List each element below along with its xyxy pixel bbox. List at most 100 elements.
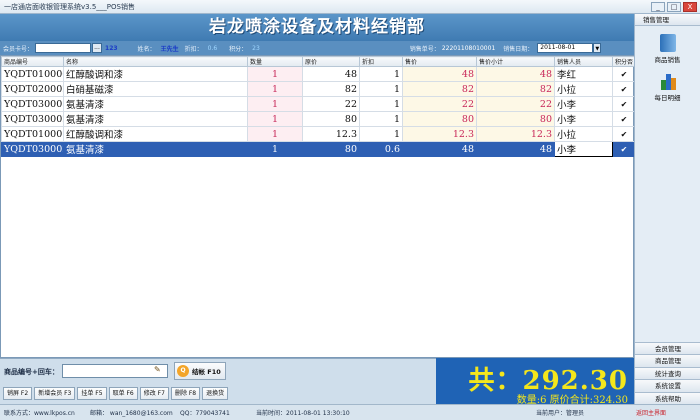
cell-price[interactable]: 12.3 <box>402 126 477 142</box>
cell-qty[interactable]: 1 <box>247 111 303 127</box>
delete-button[interactable]: 删除 F8 <box>170 387 201 400</box>
cell-check-icon[interactable]: ✔ <box>612 96 636 112</box>
cell-check-icon[interactable]: ✔ <box>612 66 636 82</box>
col-orig[interactable]: 原价 <box>302 56 360 67</box>
cell-price[interactable]: 80 <box>402 111 477 127</box>
cell-code[interactable]: YQDT030002 <box>1 141 64 157</box>
cell-qty[interactable]: 1 <box>247 96 303 112</box>
sidebar-item-help[interactable]: 系统帮助 <box>635 391 700 404</box>
col-disc[interactable]: 折扣 <box>359 56 403 67</box>
sidebar-menu: 会员管理 商品管理 统计查询 系统设置 系统帮助 <box>635 341 700 404</box>
cell-check-icon[interactable]: ✔ <box>612 111 636 127</box>
chevron-down-icon[interactable]: ▼ <box>593 43 602 53</box>
cell-price[interactable]: 48 <box>402 141 477 157</box>
cell-check-icon[interactable]: ✔ <box>612 81 636 97</box>
cell-name[interactable]: 红醇酸调和漆 <box>63 126 248 142</box>
sidebar-item-stats[interactable]: 统计查询 <box>635 366 700 379</box>
col-seller[interactable]: 销售人员 <box>554 56 613 67</box>
retrieve-order-button[interactable]: 取单 F6 <box>108 387 138 400</box>
date-picker[interactable]: 2011-08-01 <box>537 43 594 53</box>
cell-disc[interactable]: 1 <box>359 126 403 142</box>
cell-orig[interactable]: 82 <box>302 81 360 97</box>
sidebar-item-sales-label: 商品销售 <box>654 56 681 64</box>
hold-order-button[interactable]: 挂单 F5 <box>77 387 107 400</box>
edit-button[interactable]: 修改 F7 <box>139 387 169 400</box>
cell-orig[interactable]: 22 <box>302 96 360 112</box>
maximize-button[interactable]: □ <box>667 2 681 12</box>
cell-code[interactable]: YQDT010005 <box>1 126 64 142</box>
cell-qty[interactable]: 1 <box>247 126 303 142</box>
close-button[interactable]: X <box>683 2 697 12</box>
score-label: 积分： <box>229 45 248 53</box>
sidebar-header[interactable]: 销售管理 <box>635 14 700 26</box>
sidebar-item-members[interactable]: 会员管理 <box>635 341 700 354</box>
cell-disc[interactable]: 0.6 <box>359 141 403 157</box>
cell-check-icon[interactable]: ✔ <box>612 141 636 157</box>
col-qty[interactable]: 数量 <box>247 56 303 67</box>
cell-code[interactable]: YQDT020002 <box>1 81 64 97</box>
clear-screen-button[interactable]: 销屏 F2 <box>3 387 33 400</box>
cell-name[interactable]: 氨基清漆 <box>63 141 248 157</box>
cell-seller[interactable]: 小李 <box>554 111 613 127</box>
sidebar-item-products[interactable]: 商品管理 <box>635 354 700 367</box>
cell-seller[interactable]: 小拉 <box>554 81 613 97</box>
cell-qty[interactable]: 1 <box>247 81 303 97</box>
cell-check-icon[interactable]: ✔ <box>612 126 636 142</box>
cell-disc[interactable]: 1 <box>359 111 403 127</box>
col-points[interactable]: 积分否 <box>612 56 636 67</box>
cell-qty[interactable]: 1 <box>247 66 303 82</box>
cell-disc[interactable]: 1 <box>359 81 403 97</box>
broom-icon[interactable]: ✎ <box>154 365 161 374</box>
back-to-main-link[interactable]: 返回主界面 <box>636 408 666 417</box>
card-lookup-button[interactable]: ... <box>92 43 103 53</box>
window-title: 一店通店面收银管理系统v3.5___POS销售 <box>4 2 135 11</box>
cell-code[interactable]: YQDT010006 <box>1 66 64 82</box>
sidebar-item-settings[interactable]: 系统设置 <box>635 379 700 392</box>
cell-subtotal[interactable]: 12.3 <box>476 126 555 142</box>
shop-banner: 岩龙喷涂设备及材料经销部 <box>0 14 634 41</box>
cell-price[interactable]: 48 <box>402 66 477 82</box>
table-row[interactable]: YQDT030002 氨基清漆 1 80 0.6 48 48 小李 ✔ <box>1 141 636 157</box>
col-price[interactable]: 售价 <box>402 56 477 67</box>
cell-name[interactable]: 氨基清漆 <box>63 111 248 127</box>
cell-code[interactable]: YQDT030002 <box>1 111 64 127</box>
cell-orig[interactable]: 80 <box>302 141 360 157</box>
cell-subtotal[interactable]: 48 <box>476 141 555 157</box>
table-row[interactable]: YQDT010006 红醇酸调和漆 1 48 1 48 48 李红 ✔ <box>1 66 636 82</box>
sidebar-item-sales[interactable]: 商品销售 <box>635 34 700 64</box>
cell-name[interactable]: 红醇酸调和漆 <box>63 66 248 82</box>
checkout-button[interactable]: Q 结帐 F10 <box>174 362 226 380</box>
cell-subtotal[interactable]: 80 <box>476 111 555 127</box>
table-row[interactable]: YQDT010005 红醇酸调和漆 1 12.3 1 12.3 12.3 小拉 ✔ <box>1 126 636 142</box>
cell-subtotal[interactable]: 82 <box>476 81 555 97</box>
cell-disc[interactable]: 1 <box>359 66 403 82</box>
cell-name[interactable]: 白硝基磁漆 <box>63 81 248 97</box>
cell-seller[interactable]: 李红 <box>554 66 613 82</box>
cell-subtotal[interactable]: 22 <box>476 96 555 112</box>
cell-seller[interactable]: 小拉 <box>554 126 613 142</box>
add-member-button[interactable]: 新增会员 F3 <box>34 387 76 400</box>
sidebar-item-daily[interactable]: 每日明细 <box>635 72 700 102</box>
table-row[interactable]: YQDT030003 氨基清漆 1 22 1 22 22 小李 ✔ <box>1 96 636 112</box>
cell-disc[interactable]: 1 <box>359 96 403 112</box>
return-button[interactable]: 退换货 <box>202 387 229 400</box>
col-code[interactable]: 商品编号 <box>1 56 64 67</box>
cell-seller[interactable]: 小李 <box>554 141 613 157</box>
table-row[interactable]: YQDT020002 白硝基磁漆 1 82 1 82 82 小拉 ✔ <box>1 81 636 97</box>
cell-price[interactable]: 82 <box>402 81 477 97</box>
cell-orig[interactable]: 80 <box>302 111 360 127</box>
cell-orig[interactable]: 12.3 <box>302 126 360 142</box>
code-input[interactable] <box>62 364 168 378</box>
cell-subtotal[interactable]: 48 <box>476 66 555 82</box>
cell-code[interactable]: YQDT030003 <box>1 96 64 112</box>
cell-seller[interactable]: 小李 <box>554 96 613 112</box>
cell-name[interactable]: 氨基清漆 <box>63 96 248 112</box>
cell-qty[interactable]: 1 <box>247 141 303 157</box>
table-row[interactable]: YQDT030002 氨基清漆 1 80 1 80 80 小李 ✔ <box>1 111 636 127</box>
minimize-button[interactable]: _ <box>651 2 665 12</box>
cell-orig[interactable]: 48 <box>302 66 360 82</box>
cell-price[interactable]: 22 <box>402 96 477 112</box>
card-input[interactable] <box>35 43 92 53</box>
col-subtotal[interactable]: 售价小计 <box>476 56 555 67</box>
col-name[interactable]: 名称 <box>63 56 248 67</box>
